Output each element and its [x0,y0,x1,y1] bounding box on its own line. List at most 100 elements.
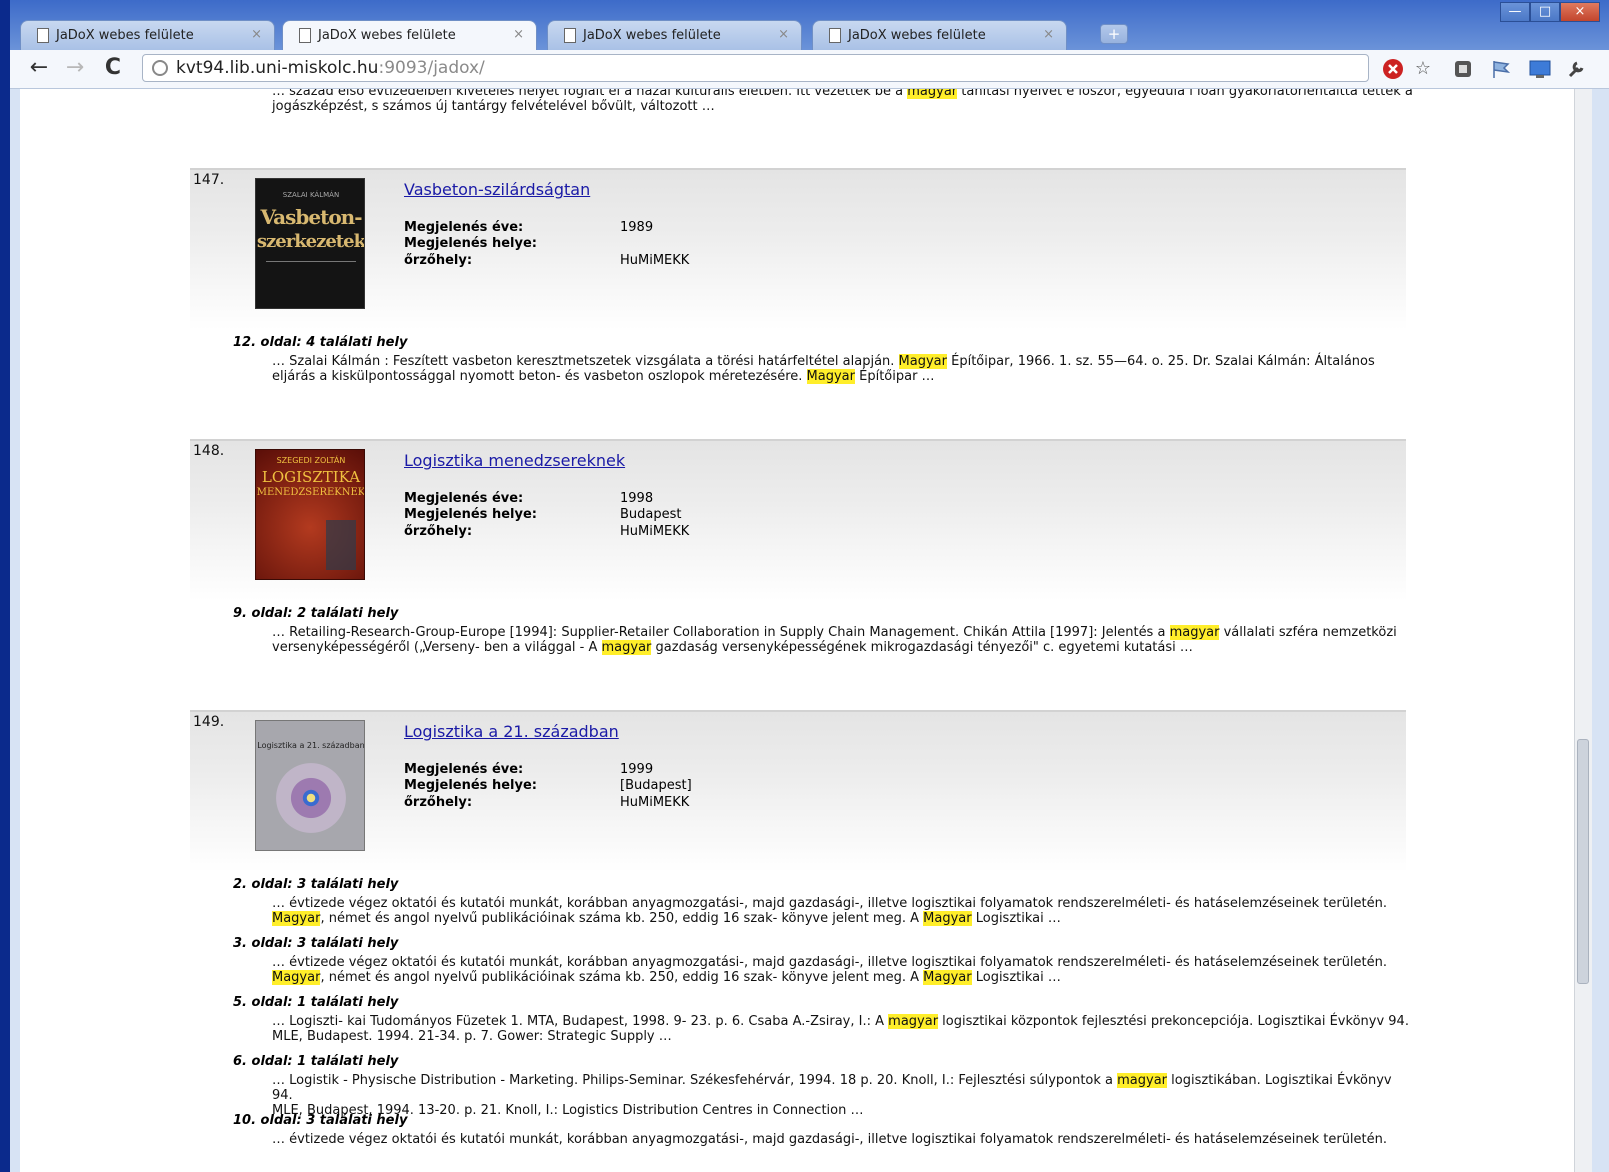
page-hit-heading[interactable]: 5. oldal: 1 találati hely [233,995,398,1010]
cover-title-line: Vasbeton- [260,205,362,229]
result-record-149: 149. Logisztika a 21. században Logiszti… [190,710,1406,872]
page-content: … század első évtizedeiben kivételes hel… [20,89,1574,1172]
snippet-text: tanítási nyelvet e lőször, egyedülá l ló… [957,89,1413,99]
snippet-text: … Logistik - Physische Distribution - Ma… [272,1073,1118,1088]
tab-close-icon[interactable]: × [778,27,789,42]
scrollbar-thumb[interactable] [1577,739,1589,984]
screen-extension-icon[interactable] [1528,58,1551,80]
holder-value: HuMiMEKK [620,253,690,268]
bookmark-star-icon[interactable]: ☆ [1412,58,1434,80]
year-value: 1999 [620,762,654,777]
tab-1[interactable]: JaDoX webes felülete × [20,20,275,50]
address-bar[interactable]: kvt94.lib.uni-miskolc.hu:9093/jadox/ [142,54,1369,82]
cover-rule [266,261,356,262]
page-hit-heading[interactable]: 2. oldal: 3 találati hely [233,877,398,892]
hit-snippet: … Logistik - Physische Distribution - Ma… [272,1073,1412,1118]
hit-snippet: … Logiszti- kai Tudományos Füzetek 1. MT… [272,1014,1412,1044]
page-icon [299,28,311,43]
year-value: 1998 [620,491,654,506]
cover-title-line: LOGISZTIKA [261,468,361,486]
place-value: [Budapest] [620,778,692,793]
snippet-text: … évtizede végez oktatói és kutatói munk… [272,955,1388,970]
record-number: 149. [193,714,225,730]
year-value: 1989 [620,220,654,235]
cover-graphic [276,763,346,833]
highlight: Magyar [898,354,947,369]
snippet-text: … Logiszti- kai Tudományos Füzetek 1. MT… [272,1014,889,1029]
minimize-button[interactable]: — [1500,2,1530,22]
tab-3[interactable]: JaDoX webes felülete × [547,20,802,50]
year-label: Megjelenés éve: [404,491,524,506]
snippet-text: Építőipar, 1966. 1. sz. 55—64. o. 25. Dr… [947,354,1375,369]
place-label: Megjelenés helye: [404,236,537,251]
hit-snippet: … évtizede végez oktatói és kutatói munk… [272,896,1412,926]
holder-value: HuMiMEKK [620,524,690,539]
wrench-icon[interactable] [1565,58,1587,80]
cover-author: SZEGEDI ZOLTÁN [276,456,346,465]
page-hit-heading[interactable]: 3. oldal: 3 találati hely [233,936,398,951]
new-tab-button[interactable]: + [1100,24,1128,44]
snippet-text: , német és angol nyelvű publikációinak s… [320,970,924,985]
tab-title: JaDoX webes felülete [56,28,194,43]
page-icon [829,28,841,43]
result-record-147: 147. SZALAI KÁLMÁN Vasbeton- szerkezetek… [190,168,1406,330]
record-title-link[interactable]: Vasbeton-szilárdságtan [404,180,590,199]
highlight: Magyar [272,911,321,926]
snippet-text: … Retailing-Research-Group-Europe [1994]… [272,625,1170,640]
reload-button[interactable]: C [98,54,128,84]
page-hit-heading[interactable]: 10. oldal: 3 találati hely [233,1113,407,1128]
highlight: magyar [1169,625,1220,640]
record-number: 148. [193,443,225,459]
snippet-text: versenyképességéről („Verseny- ben a vil… [272,640,602,655]
tab-close-icon[interactable]: × [251,27,262,42]
book-cover-image[interactable]: SZALAI KÁLMÁN Vasbeton- szerkezetek [255,178,365,309]
flag-extension-icon[interactable] [1490,58,1512,80]
snippet-text: vállalati szféra nemzetközi [1219,625,1397,640]
book-cover-image[interactable]: SZEGEDI ZOLTÁN LOGISZTIKA MENEDZSEREKNEK [255,449,365,580]
cover-title-line: Logisztika a 21. században [257,741,365,750]
tab-title: JaDoX webes felülete [848,28,986,43]
page-hit-heading[interactable]: 12. oldal: 4 találati hely [233,335,407,350]
vertical-scrollbar[interactable] [1574,89,1592,1172]
back-button[interactable]: ← [24,54,54,84]
extension-icon[interactable] [1452,58,1474,80]
record-number: 147. [193,172,225,188]
snippet-text: eljárás a kiskülpontossággal nyomott bet… [272,369,807,384]
url-host: kvt94.lib.uni-miskolc.hu [176,58,379,78]
snippet-text: … évtizede végez oktatói és kutatói munk… [272,1132,1388,1147]
result-record-148: 148. SZEGEDI ZOLTÁN LOGISZTIKA MENEDZSER… [190,439,1406,601]
snippet-text: … Szalai Kálmán : Feszített vasbeton ker… [272,354,899,369]
record-title-link[interactable]: Logisztika a 21. században [404,722,619,741]
year-label: Megjelenés éve: [404,220,524,235]
snippet-text: jogászképzést, s számos új tantárgy felv… [272,99,715,114]
snippet-text: gazdaság versenyképességének mikrogazdas… [651,640,1193,655]
highlight: Magyar [272,970,321,985]
url-text: kvt94.lib.uni-miskolc.hu:9093/jadox/ [176,58,485,78]
tab-title: JaDoX webes felülete [583,28,721,43]
cover-title-line: szerkezetek [256,231,365,252]
browser-window: JaDoX webes felülete × JaDoX webes felül… [10,0,1609,1172]
browser-toolbar: ← → C kvt94.lib.uni-miskolc.hu:9093/jado… [10,50,1609,89]
page-hit-heading[interactable]: 9. oldal: 2 találati hely [233,606,398,621]
tab-2-active[interactable]: JaDoX webes felülete × [282,20,537,51]
snippet-text: Logisztikai … [971,970,1061,985]
hit-snippet: … évtizede végez oktatói és kutatói munk… [272,1132,1412,1147]
tab-close-icon[interactable]: × [513,27,524,42]
page-icon [37,28,49,43]
record-title-link[interactable]: Logisztika menedzsereknek [404,451,625,470]
forward-button[interactable]: → [60,54,90,84]
maximize-button[interactable]: □ [1530,2,1560,22]
tab-close-icon[interactable]: × [1043,27,1054,42]
top-snippet: … század első évtizedeiben kivételes hel… [272,89,1452,114]
holder-label: őrzőhely: [404,795,473,810]
tab-strip: JaDoX webes felülete × JaDoX webes felül… [10,0,1609,51]
highlight: magyar [601,640,652,655]
stop-extension-icon[interactable] [1382,58,1404,80]
snippet-text: logisztikai központok fejlesztési prekon… [938,1014,1409,1029]
snippet-text: … évtizede végez oktatói és kutatói munk… [272,896,1388,911]
tab-4[interactable]: JaDoX webes felülete × [812,20,1067,50]
holder-value: HuMiMEKK [620,795,690,810]
close-window-button[interactable]: × [1560,2,1600,22]
book-cover-image[interactable]: Logisztika a 21. században [255,720,365,851]
page-hit-heading[interactable]: 6. oldal: 1 találati hely [233,1054,398,1069]
